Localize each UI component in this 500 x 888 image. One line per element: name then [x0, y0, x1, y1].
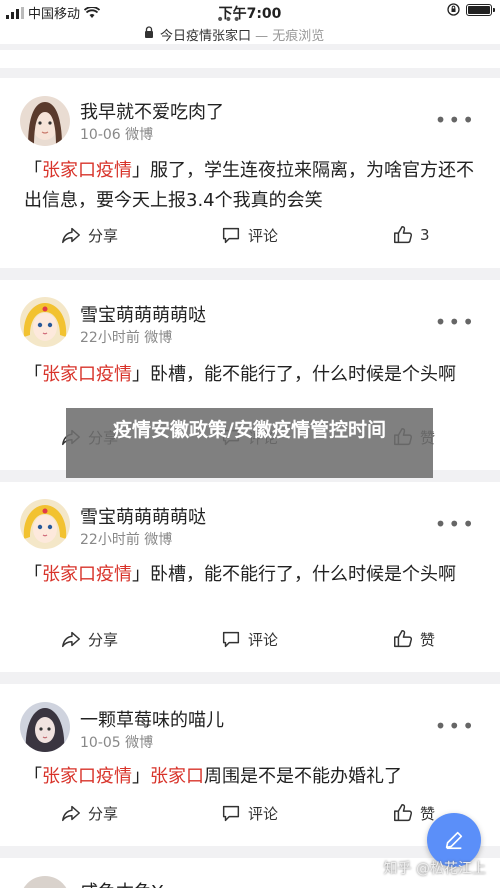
share-button[interactable]: 分享	[60, 628, 118, 650]
orientation-lock-icon	[447, 3, 460, 16]
share-icon	[62, 805, 80, 822]
share-label: 分享	[88, 630, 119, 649]
post-card[interactable]: 一颗草莓味的喵儿 10-05 微博 ••• 「张家口疫情」张家口周围是不是不能办…	[0, 684, 500, 846]
like-icon	[394, 804, 413, 822]
post-text[interactable]: 「张家口疫情」张家口周围是不是不能办婚礼了	[24, 762, 480, 792]
more-options-icon[interactable]: •••	[435, 714, 476, 738]
watermark: 知乎 @松花江上	[383, 861, 486, 877]
lock-icon	[145, 26, 153, 38]
like-button[interactable]: 3	[392, 224, 430, 246]
comment-button[interactable]: 评论	[220, 628, 278, 650]
url-title: 今日疫情张家口	[160, 29, 252, 44]
status-time: 下午7:00	[218, 6, 282, 22]
post-text[interactable]: 「张家口疫情」卧槽，能不能行了，什么时候是个头啊	[24, 560, 480, 590]
post-meta: 10-05 微博	[80, 735, 154, 751]
url-bar[interactable]: ••• 今日疫情张家口 — 无痕浏览	[0, 12, 500, 44]
share-button[interactable]: 分享	[60, 224, 118, 246]
avatar[interactable]	[20, 297, 70, 347]
comment-button[interactable]: 评论	[220, 802, 278, 824]
quote-open: 「	[24, 766, 42, 787]
post-actions: 分享 评论 赞	[0, 628, 500, 658]
post-actions: 分享 评论 赞	[0, 802, 500, 832]
author-name[interactable]: 我早就不爱吃肉了	[80, 98, 224, 124]
like-label: 赞	[420, 630, 436, 649]
post-actions: 分享 评论 3	[0, 224, 500, 254]
more-options-icon[interactable]: •••	[435, 310, 476, 334]
post-text[interactable]: 「张家口疫情」服了，学生连夜拉来隔离，为啥官方还不出信息，要今天上报3.4个我真…	[24, 156, 480, 216]
author-name[interactable]: 一颗草莓味的喵儿	[80, 706, 224, 732]
overlay-caption: 疫情安徽政策/安徽疫情管控时间	[66, 408, 433, 478]
share-icon	[62, 227, 80, 244]
like-icon	[394, 226, 413, 244]
more-options-icon[interactable]: •••	[435, 512, 476, 536]
status-bar: 中国移动 下午7:00	[0, 0, 500, 22]
post-body: 」卧槽，能不能行了，什么时候是个头啊	[132, 564, 456, 585]
comment-button[interactable]: 评论	[220, 224, 278, 246]
url-private-mode: — 无痕浏览	[255, 29, 325, 44]
like-button[interactable]: 赞	[392, 628, 435, 650]
comment-icon	[222, 805, 240, 822]
more-options-icon[interactable]: •••	[435, 108, 476, 132]
topic-link[interactable]: 张家口疫情	[42, 364, 132, 385]
comment-label: 评论	[248, 630, 279, 649]
post-text[interactable]: 「张家口疫情」卧槽，能不能行了，什么时候是个头啊	[24, 360, 480, 390]
previous-card-edge	[0, 50, 500, 68]
like-count: 3	[420, 226, 430, 244]
comment-label: 评论	[248, 804, 279, 823]
author-name[interactable]: 雪宝萌萌萌萌哒	[80, 301, 206, 327]
share-label: 分享	[88, 226, 119, 245]
author-name[interactable]: 咸鱼本鱼Yo	[80, 878, 172, 888]
post-card[interactable]: 我早就不爱吃肉了 10-06 微博 ••• 「张家口疫情」服了，学生连夜拉来隔离…	[0, 78, 500, 268]
avatar[interactable]	[20, 702, 70, 752]
comment-icon	[222, 631, 240, 648]
topic-link[interactable]: 张家口疫情	[42, 160, 132, 181]
share-button[interactable]: 分享	[60, 802, 118, 824]
topic-link[interactable]: 张家口	[150, 766, 204, 787]
status-right	[447, 3, 495, 16]
like-icon	[394, 630, 413, 648]
avatar[interactable]	[20, 499, 70, 549]
comment-icon	[222, 227, 240, 244]
share-icon	[62, 631, 80, 648]
quote-open: 「	[24, 564, 42, 585]
quote-close: 」	[132, 766, 150, 787]
topic-link[interactable]: 张家口疫情	[42, 564, 132, 585]
post-meta: 22小时前 微博	[80, 532, 173, 548]
pencil-icon	[445, 831, 463, 850]
author-name[interactable]: 雪宝萌萌萌萌哒	[80, 503, 206, 529]
post-card[interactable]: 雪宝萌萌萌萌哒 22小时前 微博 ••• 「张家口疫情」卧槽，能不能行了，什么时…	[0, 482, 500, 672]
like-label: 赞	[420, 804, 436, 823]
post-meta: 22小时前 微博	[80, 330, 173, 346]
comment-label: 评论	[248, 226, 279, 245]
quote-open: 「	[24, 160, 42, 181]
battery-icon	[466, 3, 495, 16]
post-body: 」卧槽，能不能行了，什么时候是个头啊	[132, 364, 456, 385]
avatar[interactable]	[20, 876, 70, 888]
quote-open: 「	[24, 364, 42, 385]
post-meta: 10-06 微博	[80, 127, 154, 143]
avatar[interactable]	[20, 96, 70, 146]
topic-link[interactable]: 张家口疫情	[42, 766, 132, 787]
post-body: 周围是不是不能办婚礼了	[204, 766, 402, 787]
like-button[interactable]: 赞	[392, 802, 435, 824]
share-label: 分享	[88, 804, 119, 823]
